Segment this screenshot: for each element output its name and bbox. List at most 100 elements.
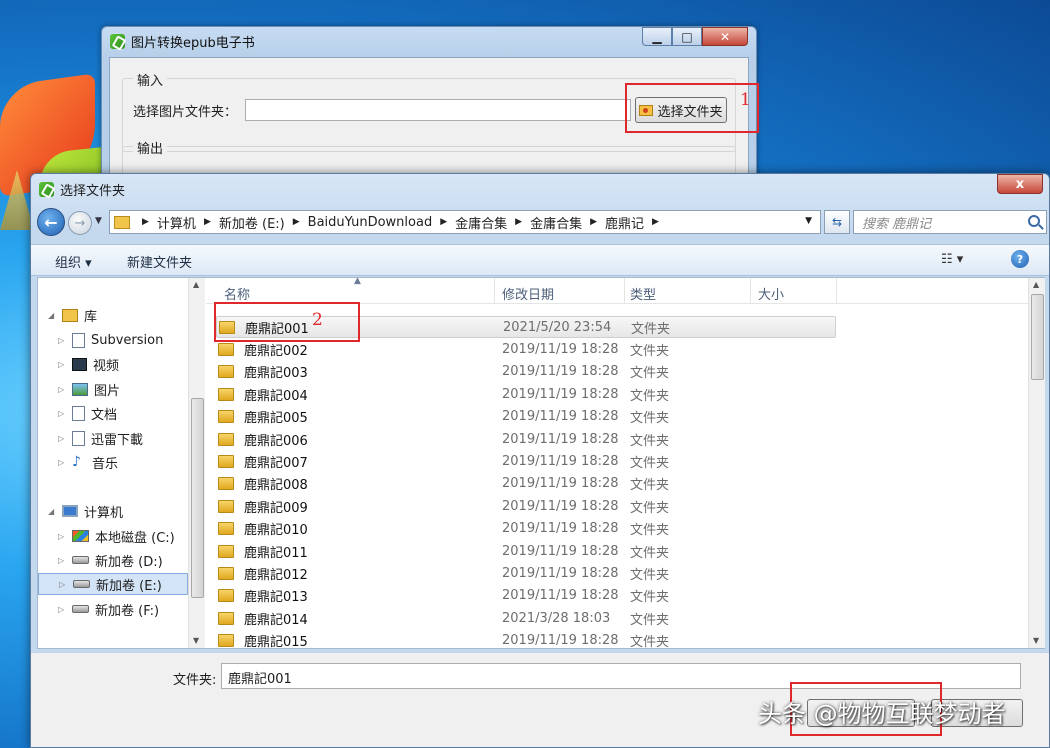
caption-buttons: ▁ □ ✕ — [642, 27, 748, 46]
list-item[interactable]: 鹿鼎記005 2019/11/19 18:28 文件夹 — [216, 406, 836, 428]
breadcrumb-chevron-icon[interactable]: ▶ — [293, 217, 300, 227]
column-size[interactable]: 大小 — [758, 284, 784, 303]
tree-drive-e[interactable]: ▷ 新加卷 (E:) — [38, 573, 188, 595]
refresh-icon: ⇆ — [831, 215, 843, 229]
dialog-close-button[interactable]: x — [997, 174, 1043, 194]
breadcrumb-item[interactable]: 计算机 — [157, 213, 196, 232]
breadcrumb-item[interactable]: 金庸合集 — [455, 213, 507, 232]
breadcrumb-item[interactable]: 鹿鼎记 — [605, 213, 644, 232]
tree-item-xunlei[interactable]: ▷ 迅雷下載 — [58, 427, 143, 449]
breadcrumb-chevron-icon[interactable]: ▶ — [204, 217, 211, 227]
list-item[interactable]: 鹿鼎記015 2019/11/19 18:28 文件夹 — [216, 630, 836, 652]
list-item[interactable]: 鹿鼎記010 2019/11/19 18:28 文件夹 — [216, 518, 836, 540]
expand-icon[interactable]: ▷ — [58, 336, 66, 345]
file-date: 2019/11/19 18:28 — [502, 341, 619, 357]
view-options-button[interactable]: ☷ ▾ — [941, 252, 963, 267]
address-dropdown-icon[interactable]: ▼ — [805, 216, 812, 226]
breadcrumb-chevron-icon[interactable]: ▶ — [515, 217, 522, 227]
folder-dialog: 选择文件夹 x ← → ▼ ▶ 计算机 ▶ 新加卷 (E:) ▶ BaiduYu… — [30, 173, 1050, 748]
tree-drive-c[interactable]: ▷ 本地磁盘 (C:) — [58, 525, 175, 547]
breadcrumb-item[interactable]: 新加卷 (E:) — [219, 213, 285, 232]
breadcrumb-item[interactable]: 金庸合集 — [530, 213, 582, 232]
folder-icon — [218, 342, 234, 356]
list-item[interactable]: 鹿鼎記014 2021/3/28 18:03 文件夹 — [216, 607, 836, 629]
file-type: 文件夹 — [630, 635, 670, 651]
list-scroll-thumb[interactable] — [1031, 294, 1044, 380]
tree-item-music[interactable]: ▷ ♪ 音乐 — [58, 451, 118, 473]
collapse-icon[interactable]: ◢ — [48, 507, 56, 516]
nav-scroll-thumb[interactable] — [191, 398, 204, 598]
tree-libraries[interactable]: ◢ 库 — [48, 304, 97, 326]
expand-icon[interactable]: ▷ — [59, 580, 67, 589]
new-folder-button[interactable]: 新建文件夹 — [127, 252, 192, 271]
breadcrumb-chevron-icon[interactable]: ▶ — [142, 217, 149, 227]
collapse-icon[interactable]: ◢ — [48, 311, 56, 320]
file-name: 鹿鼎記010 — [244, 523, 308, 539]
file-date: 2021/5/20 23:54 — [503, 319, 612, 335]
library-icon — [62, 308, 78, 322]
search-icon[interactable] — [1028, 215, 1040, 227]
expand-icon[interactable]: ▷ — [58, 360, 66, 369]
tree-drive-f[interactable]: ▷ 新加卷 (F:) — [58, 598, 159, 620]
close-button[interactable]: ✕ — [702, 27, 748, 46]
expand-icon[interactable]: ▷ — [58, 458, 66, 467]
back-button[interactable]: ← — [37, 208, 65, 236]
nav-scrollbar[interactable]: ▲ ▼ — [188, 278, 205, 648]
dialog-titlebar: 选择文件夹 — [39, 180, 125, 199]
column-divider[interactable] — [624, 278, 625, 304]
forward-button[interactable]: → — [68, 211, 92, 235]
expand-icon[interactable]: ▷ — [58, 532, 66, 541]
breadcrumb-chevron-icon[interactable]: ▶ — [440, 217, 447, 227]
minimize-button[interactable]: ▁ — [642, 27, 672, 46]
column-divider[interactable] — [494, 278, 495, 304]
column-date[interactable]: 修改日期 — [502, 284, 554, 303]
scroll-down-icon[interactable]: ▼ — [1033, 636, 1039, 645]
breadcrumb-chevron-icon[interactable]: ▶ — [652, 217, 659, 227]
column-name[interactable]: 名称 — [224, 284, 250, 303]
column-divider[interactable] — [836, 278, 837, 304]
scroll-down-icon[interactable]: ▼ — [193, 636, 199, 645]
tree-computer[interactable]: ◢ 计算机 — [48, 500, 123, 522]
list-item[interactable]: 鹿鼎記012 2019/11/19 18:28 文件夹 — [216, 562, 836, 584]
expand-icon[interactable]: ▷ — [58, 434, 66, 443]
scroll-up-icon[interactable]: ▲ — [193, 280, 199, 289]
list-item[interactable]: 鹿鼎記004 2019/11/19 18:28 文件夹 — [216, 383, 836, 405]
help-button[interactable]: ? — [1011, 250, 1029, 268]
list-item[interactable]: 鹿鼎記008 2019/11/19 18:28 文件夹 — [216, 473, 836, 495]
tree-item-videos[interactable]: ▷ 视频 — [58, 353, 119, 375]
expand-icon[interactable]: ▷ — [58, 409, 66, 418]
list-item[interactable]: 鹿鼎記006 2019/11/19 18:28 文件夹 — [216, 428, 836, 450]
maximize-button[interactable]: □ — [672, 27, 702, 46]
list-scrollbar[interactable]: ▲ ▼ — [1028, 278, 1045, 648]
app-icon — [110, 34, 125, 49]
tree-item-pictures[interactable]: ▷ 图片 — [58, 378, 120, 400]
list-item[interactable]: 鹿鼎記009 2019/11/19 18:28 文件夹 — [216, 495, 836, 517]
scroll-up-icon[interactable]: ▲ — [1033, 280, 1039, 289]
tree-label: 新加卷 (F:) — [95, 603, 160, 619]
refresh-button[interactable]: ⇆ — [824, 210, 850, 234]
breadcrumb-chevron-icon[interactable]: ▶ — [590, 217, 597, 227]
recent-locations-dropdown[interactable]: ▼ — [95, 216, 102, 226]
list-item[interactable]: 鹿鼎記003 2019/11/19 18:28 文件夹 — [216, 361, 836, 383]
file-type: 文件夹 — [630, 500, 670, 516]
search-input[interactable]: 搜索 鹿鼎记 — [853, 210, 1047, 234]
list-item[interactable]: 鹿鼎記011 2019/11/19 18:28 文件夹 — [216, 540, 836, 562]
expand-icon[interactable]: ▷ — [58, 385, 66, 394]
organize-button[interactable]: 组织 ▾ — [55, 252, 92, 271]
tree-drive-d[interactable]: ▷ 新加卷 (D:) — [58, 549, 163, 571]
folder-path-input[interactable] — [245, 99, 631, 121]
breadcrumb-item[interactable]: BaiduYunDownload — [308, 215, 433, 230]
expand-icon[interactable]: ▷ — [58, 556, 66, 565]
list-item[interactable]: 鹿鼎記007 2019/11/19 18:28 文件夹 — [216, 450, 836, 472]
file-date: 2019/11/19 18:28 — [502, 453, 619, 469]
expand-icon[interactable]: ▷ — [58, 605, 66, 614]
address-bar[interactable]: ▶ 计算机 ▶ 新加卷 (E:) ▶ BaiduYunDownload ▶ 金庸… — [109, 210, 821, 234]
folder-icon — [218, 499, 234, 513]
document-icon — [72, 405, 85, 421]
list-item[interactable]: 鹿鼎記013 2019/11/19 18:28 文件夹 — [216, 585, 836, 607]
column-type[interactable]: 类型 — [630, 284, 656, 303]
column-divider[interactable] — [750, 278, 751, 304]
watermark-text: 头条 @物物互联梦动者 — [758, 700, 1006, 728]
tree-item-documents[interactable]: ▷ 文档 — [58, 402, 117, 424]
tree-item-subversion[interactable]: ▷ Subversion — [58, 329, 163, 351]
